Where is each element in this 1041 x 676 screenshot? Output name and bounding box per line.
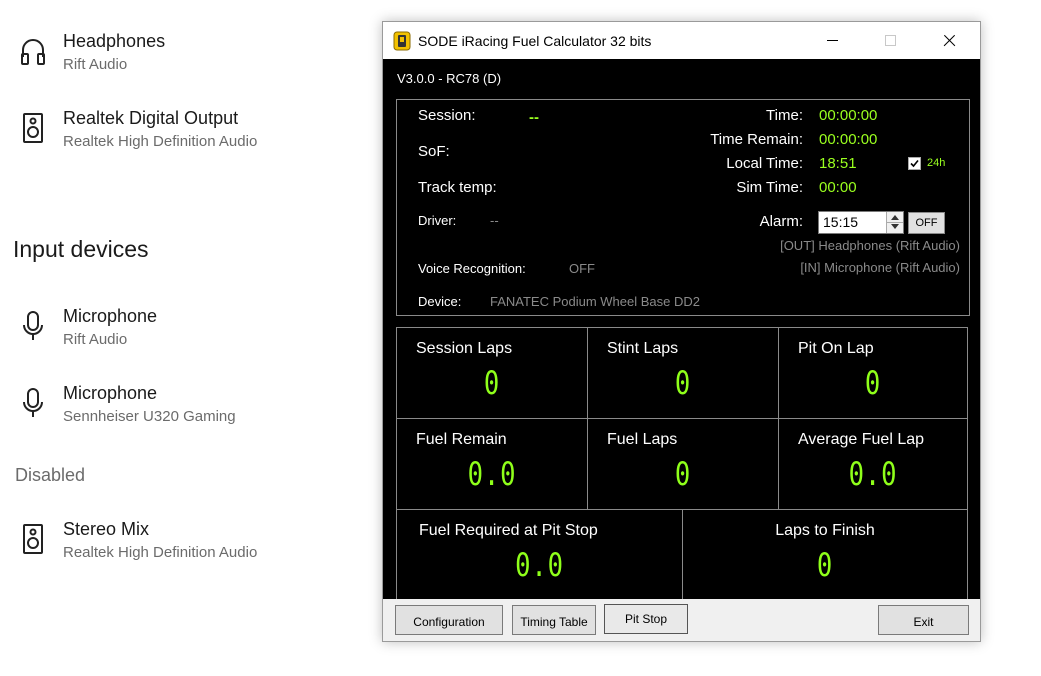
timing-table-button[interactable]: Timing Table	[512, 605, 596, 635]
spin-up-icon[interactable]	[891, 215, 899, 220]
window-title: SODE iRacing Fuel Calculator 32 bits	[418, 33, 652, 49]
laps-to-finish-label: Laps to Finish	[775, 522, 875, 539]
calculator-panel: V3.0.0 - RC78 (D) Session: -- SoF: Track…	[383, 59, 980, 601]
device-driver: Realtek High Definition Audio	[63, 133, 258, 150]
title-bar[interactable]: SODE iRacing Fuel Calculator 32 bits	[383, 22, 980, 59]
disabled-heading: Disabled	[15, 465, 86, 485]
laps-to-finish-cell: Laps to Finish 0	[682, 509, 968, 601]
close-button[interactable]	[926, 22, 972, 59]
button-bar: Configuration Timing Table Pit Stop Exit	[383, 599, 980, 641]
fuel-required-label: Fuel Required at Pit Stop	[419, 522, 598, 539]
pit-on-lap-value: 0	[864, 364, 882, 402]
output-device-label: [OUT] Headphones (Rift Audio)	[780, 238, 960, 253]
session-value: --	[529, 109, 539, 126]
session-label: Session:	[418, 107, 476, 124]
laps-to-finish-value: 0	[816, 546, 834, 584]
session-laps-value: 0	[483, 364, 501, 402]
average-fuel-lap-cell: Average Fuel Lap 0.0	[778, 418, 968, 510]
driver-value: --	[490, 213, 499, 228]
headphones-icon	[21, 39, 45, 65]
24h-label: 24h	[927, 157, 946, 169]
alarm-spinner[interactable]	[886, 212, 903, 233]
device-label: Device:	[418, 294, 462, 309]
checkmark-icon	[910, 159, 919, 168]
fuel-remain-value: 0.0	[467, 455, 517, 493]
fuel-laps-label: Fuel Laps	[607, 431, 678, 448]
fuel-remain-cell: Fuel Remain 0.0	[396, 418, 588, 510]
maximize-button[interactable]	[867, 22, 913, 59]
device-driver: Sennheiser U320 Gaming	[63, 408, 236, 425]
input-device-label: [IN] Microphone (Rift Audio)	[800, 260, 960, 275]
device-name: Realtek Digital Output	[63, 108, 239, 128]
session-laps-cell: Session Laps 0	[396, 327, 588, 419]
time-value: 00:00:00	[819, 107, 878, 124]
device-name: Microphone	[63, 306, 158, 326]
device-driver: Rift Audio	[63, 331, 128, 348]
alarm-time-value: 15:15	[823, 214, 859, 230]
pit-on-lap-cell: Pit On Lap 0	[778, 327, 968, 419]
speaker-icon	[23, 113, 43, 143]
time-remain-value: 00:00:00	[819, 131, 878, 148]
alarm-toggle-button[interactable]: OFF	[908, 212, 945, 234]
configuration-button[interactable]: Configuration	[395, 605, 503, 635]
fuel-laps-cell: Fuel Laps 0	[587, 418, 779, 510]
microphone-icon	[23, 311, 43, 340]
stint-laps-label: Stint Laps	[607, 340, 679, 357]
exit-button[interactable]: Exit	[878, 605, 969, 635]
sim-time-label: Sim Time:	[736, 179, 803, 196]
stint-laps-cell: Stint Laps 0	[587, 327, 779, 419]
pit-on-lap-label: Pit On Lap	[798, 340, 874, 357]
speaker-icon	[23, 524, 43, 554]
fuel-required-value: 0.0	[515, 546, 564, 584]
minimize-button[interactable]	[809, 22, 855, 59]
local-time-value: 18:51	[819, 155, 857, 172]
device-name: Headphones	[63, 31, 166, 51]
voice-recognition-value: OFF	[569, 261, 595, 276]
time-label: Time:	[766, 107, 803, 124]
device-driver: Rift Audio	[63, 56, 128, 73]
device-driver: Realtek High Definition Audio	[63, 544, 258, 561]
version-label: V3.0.0 - RC78 (D)	[397, 71, 502, 86]
sof-label: SoF:	[418, 143, 450, 160]
fuel-remain-label: Fuel Remain	[416, 431, 507, 448]
spin-down-icon[interactable]	[891, 224, 899, 229]
time-remain-label: Time Remain:	[710, 131, 803, 148]
stint-laps-value: 0	[674, 364, 692, 402]
session-info-panel: Session: -- SoF: Track temp: Driver: -- …	[396, 99, 970, 316]
session-laps-label: Session Laps	[416, 340, 513, 357]
24h-checkbox[interactable]	[908, 157, 921, 170]
input-devices-heading: Input devices	[13, 236, 149, 262]
average-fuel-lap-label: Average Fuel Lap	[798, 431, 925, 448]
alarm-time-input[interactable]: 15:15	[818, 211, 904, 234]
device-value: FANATEC Podium Wheel Base DD2	[490, 294, 700, 309]
pit-stop-button[interactable]: Pit Stop	[604, 604, 688, 634]
driver-label: Driver:	[418, 213, 457, 228]
fuel-required-cell: Fuel Required at Pit Stop 0.0	[396, 509, 683, 601]
local-time-label: Local Time:	[726, 155, 803, 172]
microphone-icon	[23, 388, 43, 417]
average-fuel-lap-value: 0.0	[848, 455, 898, 493]
voice-recognition-label: Voice Recognition:	[418, 261, 526, 276]
sim-time-value: 00:00	[819, 179, 857, 196]
app-icon	[393, 31, 411, 51]
track-temp-label: Track temp:	[418, 179, 497, 196]
device-name: Microphone	[63, 383, 158, 403]
alarm-label: Alarm:	[759, 213, 803, 230]
fuel-laps-value: 0	[674, 455, 692, 493]
fuel-calculator-window: SODE iRacing Fuel Calculator 32 bits V3.…	[382, 21, 981, 642]
device-name: Stereo Mix	[63, 519, 150, 539]
